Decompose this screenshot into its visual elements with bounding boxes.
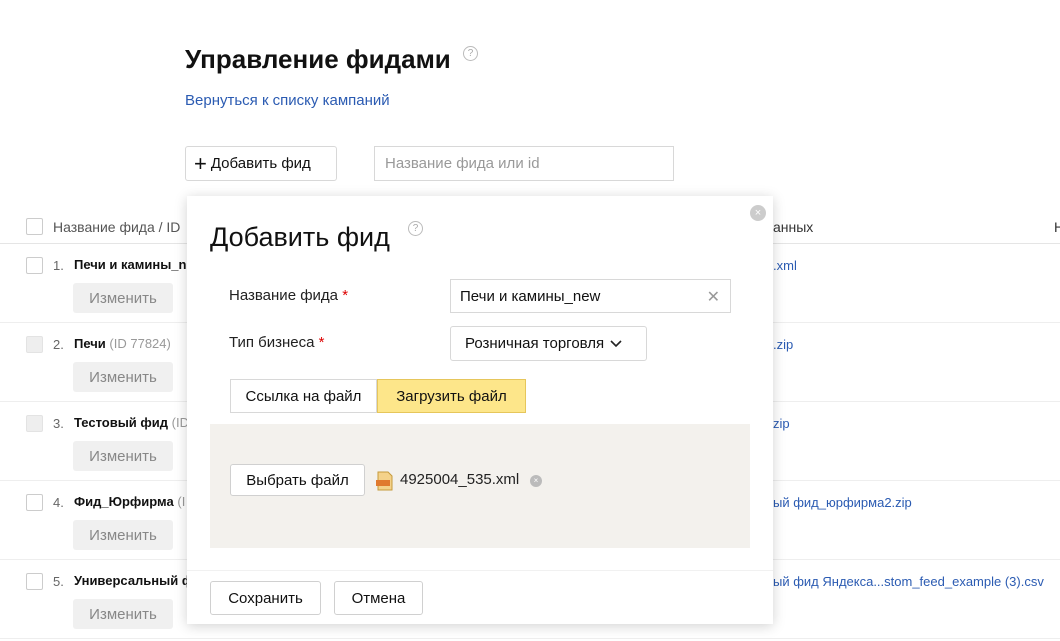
feed-file-link[interactable]: ый фид Яндекса...stom_feed_example (3).c…	[773, 574, 1044, 589]
edit-button[interactable]: Изменить	[73, 599, 173, 629]
row-number: 3.	[53, 416, 64, 431]
tab-file-link[interactable]: Ссылка на файл	[230, 379, 377, 413]
help-icon[interactable]: ?	[463, 46, 478, 61]
feed-file-link[interactable]: .xml	[773, 258, 797, 273]
row-checkbox[interactable]	[26, 573, 43, 590]
save-button[interactable]: Сохранить	[210, 581, 321, 615]
dialog-help-icon[interactable]: ?	[408, 221, 423, 236]
feed-id: (ID 77824)	[109, 336, 171, 351]
cancel-button[interactable]: Отмена	[334, 581, 423, 615]
row-number: 2.	[53, 337, 64, 352]
feed-file-link[interactable]: .zip	[773, 337, 793, 352]
row-number: 4.	[53, 495, 64, 510]
back-to-campaigns-link[interactable]: Вернуться к списку кампаний	[185, 92, 390, 109]
business-type-select[interactable]: Розничная торговля	[450, 326, 647, 361]
edit-button[interactable]: Изменить	[73, 362, 173, 392]
feed-name-text: Тестовый фид	[74, 415, 169, 430]
xml-file-icon	[376, 471, 393, 491]
chevron-down-icon	[610, 339, 622, 347]
feed-name-text: Печи и камины_new	[74, 257, 204, 272]
feed-name-label-text: Название фида	[229, 287, 339, 304]
business-type-label-text: Тип бизнеса	[229, 334, 315, 351]
dialog-title: Добавить фид	[210, 222, 390, 252]
feed-id: (I	[177, 494, 186, 509]
feed-search-input[interactable]: Название фида или id	[374, 146, 674, 181]
row-number: 5.	[53, 574, 64, 589]
feed-name[interactable]: Печи (ID 77824)	[74, 336, 171, 351]
feed-name-value: Печи и камины_new	[460, 287, 601, 305]
row-checkbox[interactable]	[26, 494, 43, 511]
feed-name-input[interactable]: Печи и камины_new ✕	[450, 279, 731, 313]
selected-file-name: 4925004_535.xml	[400, 471, 520, 488]
choose-file-button[interactable]: Выбрать файл	[230, 464, 365, 496]
feed-file-link[interactable]: ый фид_юрфирма2.zip	[773, 495, 912, 510]
tab-upload-file[interactable]: Загрузить файл	[377, 379, 526, 413]
edit-button[interactable]: Изменить	[73, 441, 173, 471]
row-number: 1.	[53, 258, 64, 273]
required-mark: *	[342, 287, 349, 304]
feed-file-link[interactable]: zip	[773, 416, 790, 431]
feed-name[interactable]: Тестовый фид (ID	[74, 415, 189, 430]
feed-name-text: Универсальный ф	[74, 573, 194, 588]
edit-button[interactable]: Изменить	[73, 520, 173, 550]
edit-button[interactable]: Изменить	[73, 283, 173, 313]
column-header-name: Название фида / ID	[53, 219, 181, 235]
feed-name[interactable]: Печи и камины_new	[74, 257, 204, 272]
business-type-value: Розничная торговля	[465, 335, 605, 352]
feed-name-label: Название фида *	[229, 287, 348, 304]
row-checkbox[interactable]	[26, 257, 43, 274]
column-header-data: анных	[773, 219, 814, 235]
page-title: Управление фидами	[185, 44, 451, 74]
add-feed-button[interactable]: + Добавить фид	[185, 146, 337, 181]
add-feed-label: Добавить фид	[210, 155, 311, 172]
select-all-checkbox[interactable]	[26, 218, 43, 235]
add-feed-dialog: × Добавить фид ? Название фида * Печи и …	[187, 196, 773, 624]
required-mark: *	[318, 334, 325, 351]
plus-icon: +	[194, 150, 207, 176]
footer-divider	[187, 570, 773, 571]
feed-management-page: Управление фидами ? Вернуться к списку к…	[0, 0, 1060, 641]
close-icon[interactable]: ×	[750, 205, 766, 221]
feed-name-text: Фид_Юрфирма	[74, 494, 174, 509]
remove-file-icon[interactable]: ×	[530, 475, 542, 487]
business-type-label: Тип бизнеса *	[229, 334, 325, 351]
row-checkbox[interactable]	[26, 336, 43, 353]
feed-name[interactable]: Фид_Юрфирма (I	[74, 494, 185, 509]
feed-name[interactable]: Универсальный ф	[74, 573, 193, 588]
feed-name-text: Печи	[74, 336, 106, 351]
clear-icon[interactable]: ✕	[707, 287, 720, 307]
column-header-extra: Н	[1054, 219, 1060, 235]
upload-area: Выбрать файл 4925004_535.xml ×	[210, 424, 750, 548]
row-checkbox[interactable]	[26, 415, 43, 432]
